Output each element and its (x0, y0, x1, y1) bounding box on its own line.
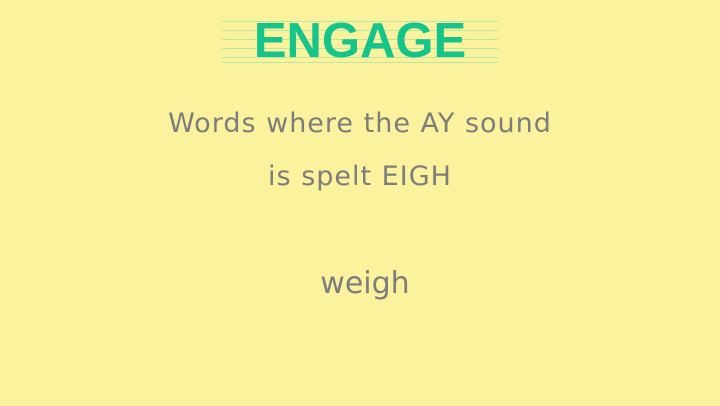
slide-title: ENGAGE (253, 14, 467, 68)
title-banner: ENGAGE (222, 14, 498, 68)
example-word: weigh (320, 266, 410, 301)
subtitle-line-2: is spelt EIGH (268, 161, 452, 192)
subtitle-line-1: Words where the AY sound (168, 108, 552, 139)
